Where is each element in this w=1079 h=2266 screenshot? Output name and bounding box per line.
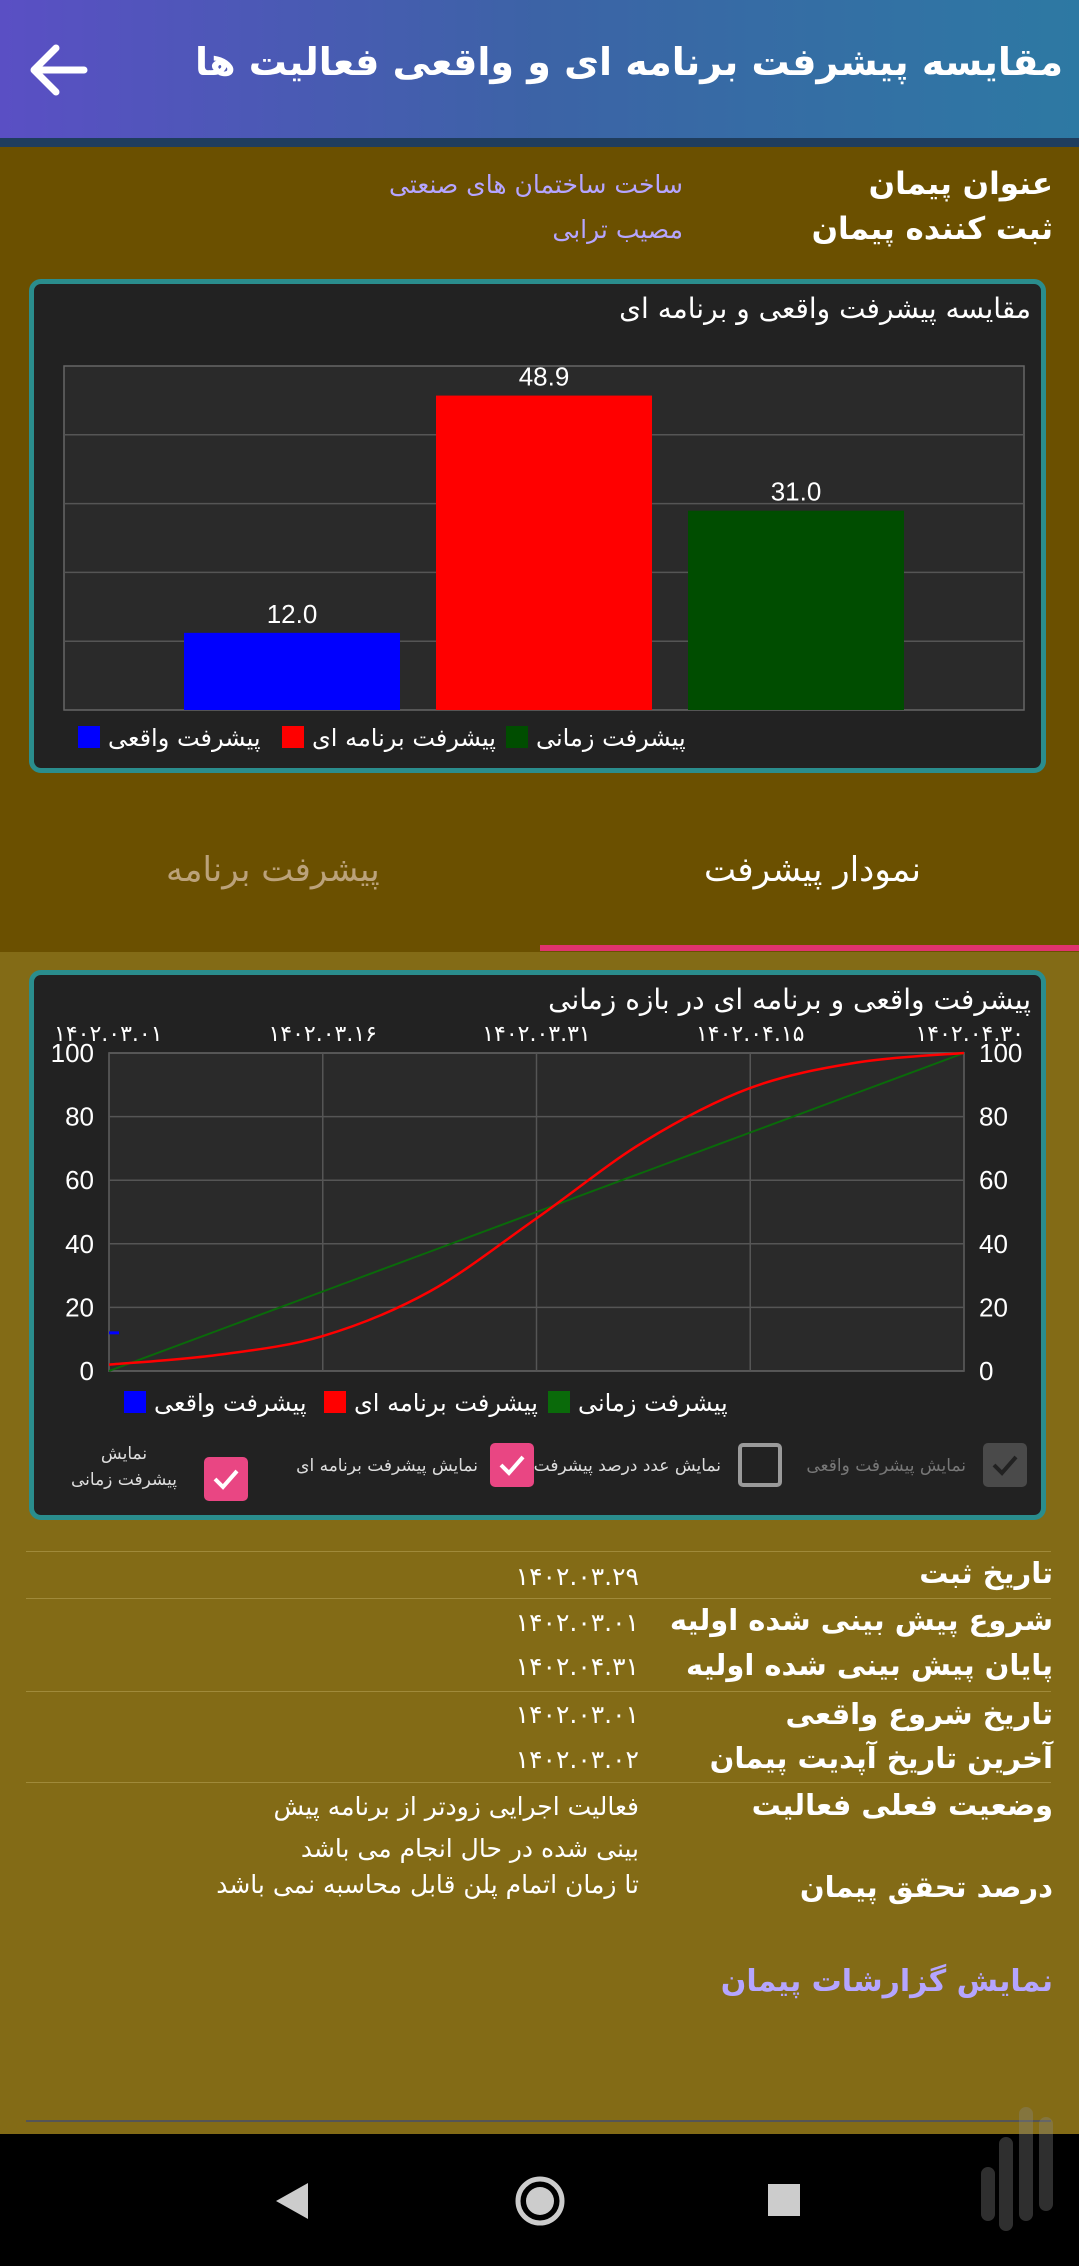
y-tick-label-right: 0	[979, 1356, 993, 1386]
registrar-value: مصیب ترابی	[552, 215, 683, 244]
divider	[26, 2120, 1051, 2122]
y-tick-label-left: 60	[65, 1165, 94, 1195]
y-tick-label-right: 100	[979, 1038, 1022, 1068]
legend-label: پیشرفت زمانی	[536, 724, 686, 752]
detail-label: آخرین تاریخ آپدیت پیمان	[709, 1741, 1053, 1775]
divider	[26, 1551, 1051, 1552]
bar-chart: 12.0 48.9 31.0 پیشرفت واقعی پیشرفت برنامه ای…	[63, 362, 1025, 752]
legend-label: پیشرفت برنامه ای	[354, 1389, 538, 1417]
legend-swatch	[506, 726, 528, 748]
tab-indicator	[540, 945, 1079, 951]
detail-label: پایان پیش بینی شده اولیه	[686, 1648, 1053, 1682]
page-title: مقایسه پیشرفت برنامه ای و واقعی فعالیت ه…	[194, 40, 1063, 84]
bar	[184, 632, 400, 710]
detail-label: تاریخ شروع واقعی	[785, 1697, 1053, 1731]
contract-title-value: ساخت ساختمان های صنعتی	[389, 170, 683, 199]
legend-swatch	[548, 1391, 570, 1413]
detail-label: شروع پیش بینی شده اولیه	[669, 1603, 1053, 1637]
detail-value: ۱۴۰۲.۰۴.۳۱	[515, 1652, 639, 1681]
app-bar: مقایسه پیشرفت برنامه ای و واقعی فعالیت ه…	[0, 0, 1079, 138]
divider	[26, 1691, 1051, 1692]
detail-value: تا زمان اتمام پلن قابل محاسبه نمی باشد	[216, 1870, 639, 1899]
legend-label: پیشرفت واقعی	[154, 1389, 307, 1417]
detail-value: ۱۴۰۲.۰۳.۰۱	[515, 1700, 639, 1729]
divider	[26, 1782, 1051, 1783]
check-icon	[992, 1455, 1018, 1476]
detail-label: درصد تحقق پیمان	[799, 1870, 1053, 1904]
nav-back-icon[interactable]	[272, 2179, 312, 2223]
check-icon	[499, 1455, 525, 1476]
checkbox-show-time[interactable]	[204, 1457, 248, 1501]
tab-bar: نمودار پیشرفت پیشرفت برنامه	[0, 820, 1079, 952]
show-reports-link[interactable]: نمایش گزارشات پیمان	[721, 1964, 1053, 1999]
registrar-label: ثبت کننده پیمان	[811, 211, 1053, 247]
x-tick-label: ۱۴۰۲.۰۳.۱۶	[268, 1022, 377, 1047]
detail-value: ۱۴۰۲.۰۳.۲۹	[515, 1562, 639, 1591]
nav-home-icon[interactable]	[513, 2174, 567, 2228]
y-tick-label-right: 40	[979, 1229, 1008, 1259]
divider	[26, 1598, 1051, 1599]
checkbox-show-percent[interactable]	[738, 1443, 782, 1487]
y-tick-label-left: 20	[65, 1292, 94, 1322]
detail-label: تاریخ ثبت	[919, 1556, 1053, 1590]
x-tick-label: ۱۴۰۲.۰۳.۳۱	[482, 1022, 591, 1047]
y-tick-label-right: 80	[979, 1102, 1008, 1132]
legend-swatch	[282, 726, 304, 748]
back-button[interactable]	[22, 30, 102, 110]
tab-program-progress[interactable]: پیشرفت برنامه	[166, 850, 380, 890]
legend-label: پیشرفت واقعی	[108, 724, 261, 752]
nav-recents-icon[interactable]	[766, 2182, 802, 2218]
detail-value: فعالیت اجرایی زودتر از برنامه پیش بینی ش…	[273, 1792, 639, 1863]
y-tick-label-left: 80	[65, 1102, 94, 1132]
checkbox-show-time-label: نمایش پیشرفت زمانی	[70, 1444, 178, 1490]
arrow-left-icon	[30, 44, 88, 96]
app-bar-divider	[0, 138, 1079, 147]
y-tick-label-right: 60	[979, 1165, 1008, 1195]
checkbox-show-planned[interactable]	[490, 1443, 534, 1487]
bar	[436, 395, 652, 710]
checkbox-show-real-label: نمایش پیشرفت واقعی	[806, 1456, 966, 1476]
contract-title-label: عنوان پیمان	[868, 166, 1053, 202]
checkbox-show-planned-label: نمایش پیشرفت برنامه ای	[296, 1456, 478, 1476]
legend-label: پیشرفت زمانی	[578, 1389, 728, 1417]
bar-chart-card: مقایسه پیشرفت واقعی و برنامه ای 12.0 48.9…	[29, 279, 1046, 773]
y-tick-label-left: 0	[80, 1356, 94, 1386]
bar-value-label: 48.9	[519, 362, 570, 392]
y-tick-label-left: 40	[65, 1229, 94, 1259]
legend-swatch	[78, 726, 100, 748]
checkbox-show-real[interactable]	[983, 1443, 1027, 1487]
detail-label: وضعیت فعلی فعالیت	[751, 1788, 1053, 1822]
checkbox-show-percent-label: نمایش عدد درصد پیشرفت	[533, 1456, 721, 1476]
system-nav-bar	[0, 2107, 1079, 2266]
bar-value-label: 12.0	[267, 599, 318, 629]
tab-progress-chart[interactable]: نمودار پیشرفت	[704, 850, 921, 890]
watermark-icon	[981, 2107, 1053, 2231]
detail-value: ۱۴۰۲.۰۳.۰۲	[515, 1745, 639, 1774]
legend-label: پیشرفت برنامه ای	[312, 724, 496, 752]
check-icon	[213, 1469, 239, 1490]
detail-value: ۱۴۰۲.۰۳.۰۱	[515, 1608, 639, 1637]
y-tick-label-left: 100	[51, 1038, 94, 1068]
bar	[688, 510, 904, 710]
x-tick-label: ۱۴۰۲.۰۴.۱۵	[696, 1022, 805, 1047]
legend-swatch	[324, 1391, 346, 1413]
y-tick-label-right: 20	[979, 1292, 1008, 1322]
line-chart-card: پیشرفت واقعی و برنامه ای در بازه زمانی ۱…	[29, 970, 1046, 1520]
legend-swatch	[124, 1391, 146, 1413]
bar-value-label: 31.0	[771, 477, 822, 507]
